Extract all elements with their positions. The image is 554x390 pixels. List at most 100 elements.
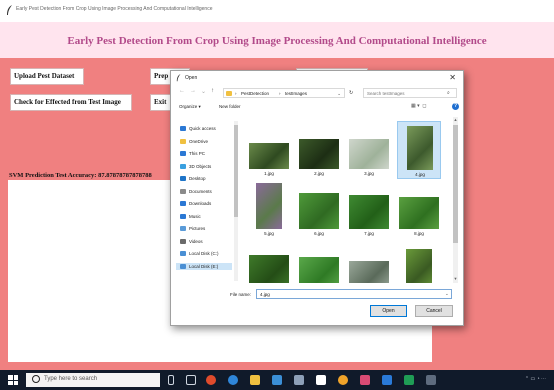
file-name-input[interactable] bbox=[256, 289, 452, 299]
paint-app-icon[interactable] bbox=[360, 375, 370, 385]
chrome-icon[interactable] bbox=[338, 375, 348, 385]
search-input[interactable] bbox=[363, 88, 457, 98]
up-arrow-icon[interactable]: ↑ bbox=[211, 88, 214, 94]
word-icon[interactable] bbox=[382, 375, 392, 385]
check-test-image-button[interactable]: Check for Effected from Test Image bbox=[10, 94, 132, 111]
file-name-text: 1.jpg bbox=[264, 171, 274, 176]
store-icon[interactable] bbox=[316, 375, 326, 385]
nav-item-label: OneDrive bbox=[189, 138, 209, 144]
new-folder-button[interactable]: New folder bbox=[219, 104, 241, 109]
file-thumbnail[interactable]: 3.jpg bbox=[347, 121, 391, 179]
open-button[interactable]: Open bbox=[370, 305, 407, 317]
nav-item[interactable]: Videos bbox=[180, 238, 203, 245]
leaf-image-thumbnail bbox=[249, 255, 289, 283]
close-icon[interactable]: ✕ bbox=[449, 73, 456, 82]
file-thumbnail[interactable] bbox=[397, 241, 441, 283]
nav-item-label: Music bbox=[189, 213, 201, 219]
taskbar: Type here to search ⌃ ▭ ◔ ⋯ bbox=[0, 370, 554, 390]
help-icon[interactable]: ? bbox=[452, 103, 459, 110]
file-explorer-icon[interactable] bbox=[250, 375, 260, 385]
app-titlebar: Early Pest Detection From Crop Using Ima… bbox=[0, 0, 554, 22]
address-row: ← → ⌄ ↑ › PestDetection › testImages ⌄ ↻… bbox=[171, 86, 463, 100]
nav-item-label: Local Disk (C:) bbox=[189, 251, 219, 256]
organize-button[interactable]: Organize ▾ bbox=[179, 104, 201, 110]
file-thumbnail[interactable]: 2.jpg bbox=[297, 121, 341, 179]
nav-item[interactable]: Pictures bbox=[180, 225, 205, 232]
file-thumbnail[interactable] bbox=[347, 241, 391, 283]
file-name-text: 3.jpg bbox=[364, 171, 374, 176]
breadcrumb-item[interactable]: testImages bbox=[285, 91, 307, 96]
address-bar[interactable]: › PestDetection › testImages ⌄ bbox=[223, 88, 345, 98]
chevron-down-icon[interactable]: ⌄ bbox=[337, 91, 341, 97]
file-name-text: 4.jpg bbox=[415, 172, 425, 177]
dialog-toolbar: Organize ▾ New folder ▦ ▾ ◻ ? bbox=[171, 101, 463, 113]
nav-item[interactable]: Quick access bbox=[180, 125, 216, 132]
nav-item[interactable]: Local Disk (E:) bbox=[176, 262, 232, 270]
nav-item-label: Documents bbox=[189, 188, 212, 194]
nav-item[interactable]: Downloads bbox=[180, 200, 211, 207]
dialog-title: Open bbox=[185, 75, 198, 81]
nav-item[interactable]: Local Disk (C:) bbox=[180, 250, 219, 257]
open-file-dialog: Open ✕ ← → ⌄ ↑ › PestDetection › testIma… bbox=[170, 70, 464, 326]
microphone-icon[interactable] bbox=[168, 375, 174, 385]
nav-item[interactable]: Music bbox=[180, 213, 201, 220]
cube-icon bbox=[180, 163, 186, 169]
refresh-icon[interactable]: ↻ bbox=[349, 90, 353, 96]
file-grid-scrollbar[interactable]: ▲ ▼ bbox=[453, 117, 458, 283]
windows-start-icon[interactable] bbox=[8, 375, 18, 385]
view-options-icon[interactable]: ▦ ▾ ◻ bbox=[411, 103, 427, 109]
search-icon[interactable]: ⌕ bbox=[447, 90, 450, 96]
app-header: Early Pest Detection From Crop Using Ima… bbox=[0, 22, 554, 58]
file-thumbnail[interactable] bbox=[247, 241, 291, 283]
file-thumbnail[interactable]: 5.jpg bbox=[247, 181, 291, 239]
nav-item[interactable]: Documents bbox=[180, 188, 212, 195]
breadcrumb-item[interactable]: PestDetection bbox=[241, 91, 269, 96]
upload-pest-dataset-button[interactable]: Upload Pest Dataset bbox=[10, 68, 84, 85]
exit-button[interactable]: Exit bbox=[150, 94, 172, 111]
python-app-icon[interactable] bbox=[426, 375, 436, 385]
back-arrow-icon[interactable]: ← bbox=[179, 88, 185, 94]
picture-icon bbox=[180, 226, 186, 232]
breadcrumb-sep-icon: › bbox=[235, 91, 237, 96]
file-name-text: 7.jpg bbox=[364, 231, 374, 236]
file-thumbnail[interactable]: 4.jpg bbox=[397, 121, 441, 179]
breadcrumb-sep-icon: › bbox=[279, 91, 281, 96]
forward-arrow-icon[interactable]: → bbox=[190, 88, 196, 94]
feather-icon bbox=[176, 74, 181, 82]
nav-item[interactable]: This PC bbox=[180, 150, 205, 157]
music-icon bbox=[180, 213, 186, 219]
system-tray-icons[interactable]: ⌃ ▭ ◔ ⋯ bbox=[525, 376, 546, 382]
file-thumbnail[interactable]: 6.jpg bbox=[297, 181, 341, 239]
file-thumbnail[interactable] bbox=[297, 241, 341, 283]
scrollbar-thumb[interactable] bbox=[453, 125, 458, 243]
media-app-icon[interactable] bbox=[206, 375, 216, 385]
file-thumbnail[interactable]: 1.jpg bbox=[247, 121, 291, 179]
file-name-label: File name: bbox=[230, 292, 252, 297]
notes-app-icon[interactable] bbox=[294, 375, 304, 385]
nav-item[interactable]: Desktop bbox=[180, 175, 206, 182]
nav-item[interactable]: OneDrive bbox=[180, 138, 208, 145]
navigation-scrollbar[interactable] bbox=[234, 121, 238, 281]
edge-browser-icon[interactable] bbox=[228, 375, 238, 385]
leaf-image-thumbnail bbox=[349, 261, 389, 283]
scrollbar-thumb[interactable] bbox=[234, 125, 238, 217]
nav-item-label: Downloads bbox=[189, 201, 212, 206]
task-view-icon[interactable] bbox=[186, 375, 196, 385]
scroll-down-icon[interactable]: ▼ bbox=[453, 276, 458, 281]
cancel-button[interactable]: Cancel bbox=[415, 305, 453, 317]
settings-app-icon[interactable] bbox=[272, 375, 282, 385]
excel-icon[interactable] bbox=[404, 375, 414, 385]
drive-icon bbox=[180, 263, 186, 269]
download-icon bbox=[180, 201, 186, 207]
desktop-icon bbox=[180, 176, 186, 182]
file-thumbnail[interactable]: 7.jpg bbox=[347, 181, 391, 239]
taskbar-search[interactable]: Type here to search bbox=[26, 373, 160, 387]
recent-dropdown-icon[interactable]: ⌄ bbox=[201, 88, 206, 95]
nav-item-label: 3D Objects bbox=[189, 163, 212, 169]
file-name-text: 2.jpg bbox=[314, 171, 324, 176]
nav-item[interactable]: 3D Objects bbox=[180, 163, 211, 170]
scroll-up-icon[interactable]: ▲ bbox=[453, 117, 458, 122]
file-thumbnail[interactable]: 8.jpg bbox=[397, 181, 441, 239]
chevron-down-icon[interactable]: ⌄ bbox=[445, 291, 449, 297]
file-name-text: 8.jpg bbox=[414, 231, 424, 236]
